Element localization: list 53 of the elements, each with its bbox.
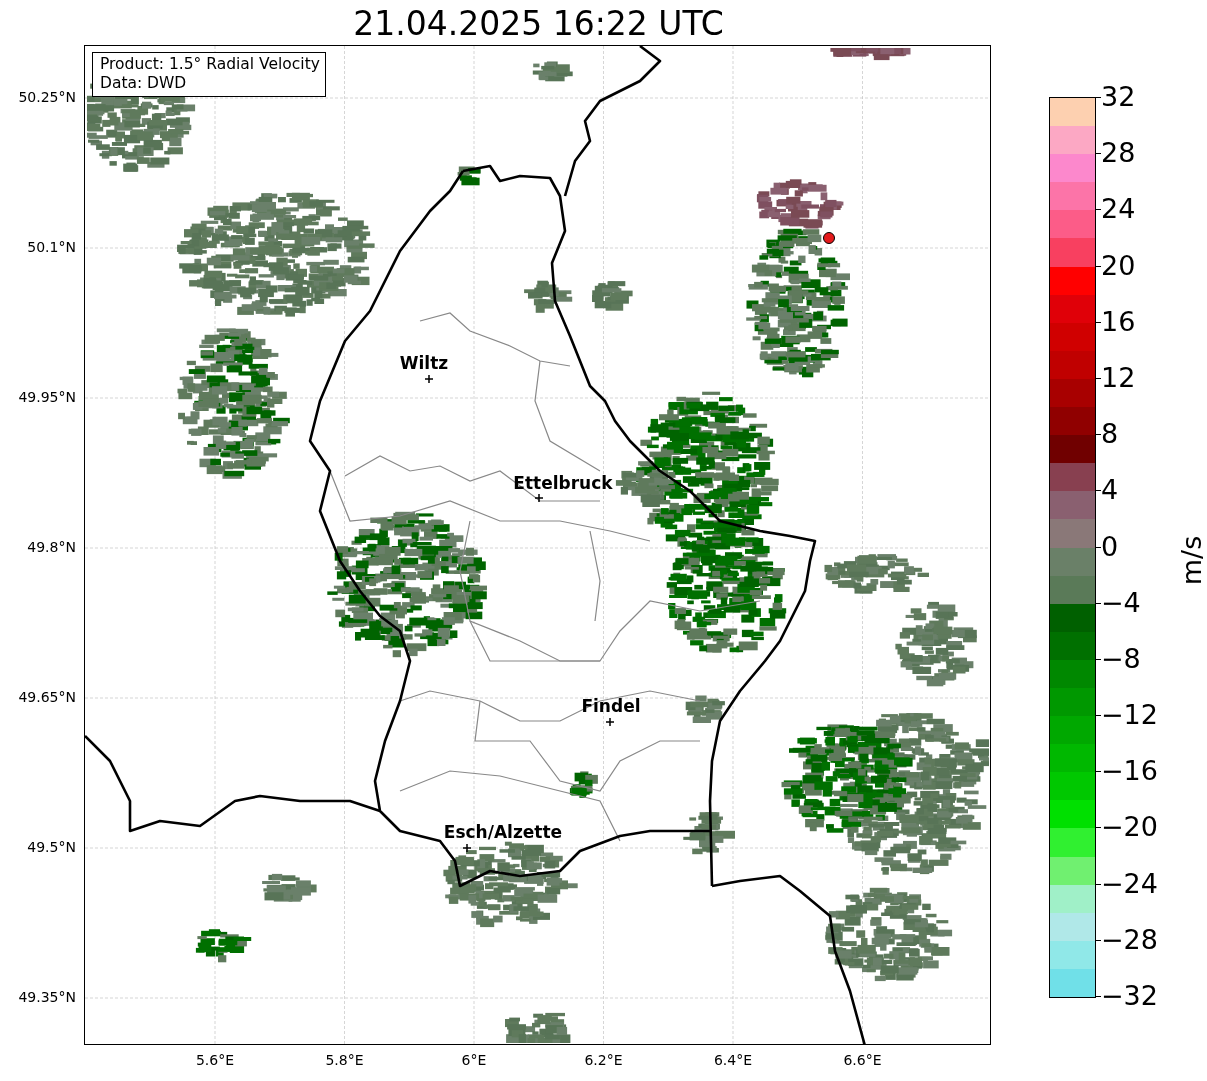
info-text: Data: DWD — [99, 74, 188, 93]
radar-echo-drawing — [685, 695, 725, 723]
colorbar-tick-label: 16 — [1100, 306, 1136, 337]
longitude-label: 6.4°E — [713, 1052, 752, 1068]
latitude-label: 50.1°N — [27, 239, 76, 255]
info-text: Product: 1.5° Radial Velocity — [99, 55, 320, 74]
radar-echo-drawing — [569, 771, 598, 798]
colorbar-tick-label: −16 — [1100, 756, 1158, 787]
longitude-label: 6.6°E — [843, 1052, 882, 1068]
colorbar-tick-label: 8 — [1100, 419, 1119, 450]
colorbar-tick-label: 12 — [1100, 362, 1136, 393]
colorbar-tick-label: −32 — [1100, 981, 1158, 1011]
latitude-label: 49.35°N — [18, 989, 76, 1005]
city-label: Ettelbruck — [513, 473, 613, 493]
radar-echo-drawing — [195, 929, 252, 963]
colorbar-tick-label: −28 — [1100, 924, 1158, 955]
radar-echo-drawing — [457, 166, 481, 186]
radar-echo-drawing — [591, 281, 633, 311]
colorbar-tick-label: −12 — [1100, 700, 1158, 731]
latitude-label: 49.95°N — [18, 389, 76, 405]
radar-echo-drawing — [262, 873, 317, 902]
city-marker-icon — [424, 374, 434, 384]
colorbar-tick-label: 24 — [1100, 194, 1136, 225]
longitude-label: 6°E — [461, 1052, 487, 1068]
colorbar-tick-label: −20 — [1100, 812, 1158, 843]
longitude-label: 5.8°E — [325, 1052, 364, 1068]
chart-title: 21.04.2025 16:22 UTC — [352, 3, 725, 45]
city-label: Wiltz — [399, 353, 449, 373]
radar-echo-drawing — [504, 1012, 571, 1043]
radar-echo-drawing — [524, 280, 573, 313]
colorbar-tick-label: −8 — [1100, 643, 1141, 674]
latitude-label: 49.65°N — [18, 689, 76, 705]
colorbar-tick-label: 0 — [1100, 531, 1119, 562]
city-label: Esch/Alzette — [443, 822, 563, 842]
radar-site-marker — [822, 232, 835, 244]
colorbar-tick-label: −4 — [1100, 587, 1141, 618]
latitude-label: 49.8°N — [27, 539, 76, 555]
city-label: Findel — [581, 696, 641, 716]
colorbar-tick-label: 28 — [1100, 138, 1136, 169]
city-marker-icon — [605, 717, 615, 727]
colorbar-tick-label: 20 — [1100, 250, 1136, 281]
colorbar-tick-label: 4 — [1100, 475, 1119, 506]
latitude-label: 50.25°N — [18, 89, 76, 105]
longitude-label: 6.2°E — [584, 1052, 623, 1068]
radar-echo-drawing — [683, 812, 735, 855]
city-marker-icon — [534, 493, 544, 503]
colorbar-label: m/s — [1176, 535, 1207, 586]
colorbar-tick-label: −24 — [1100, 868, 1158, 899]
longitude-label: 5.6°E — [195, 1052, 234, 1068]
city-marker-icon — [462, 843, 472, 853]
latitude-label: 49.5°N — [27, 839, 76, 855]
colorbar-tick-label: 32 — [1100, 82, 1136, 112]
radar-echo-drawing — [532, 61, 573, 82]
